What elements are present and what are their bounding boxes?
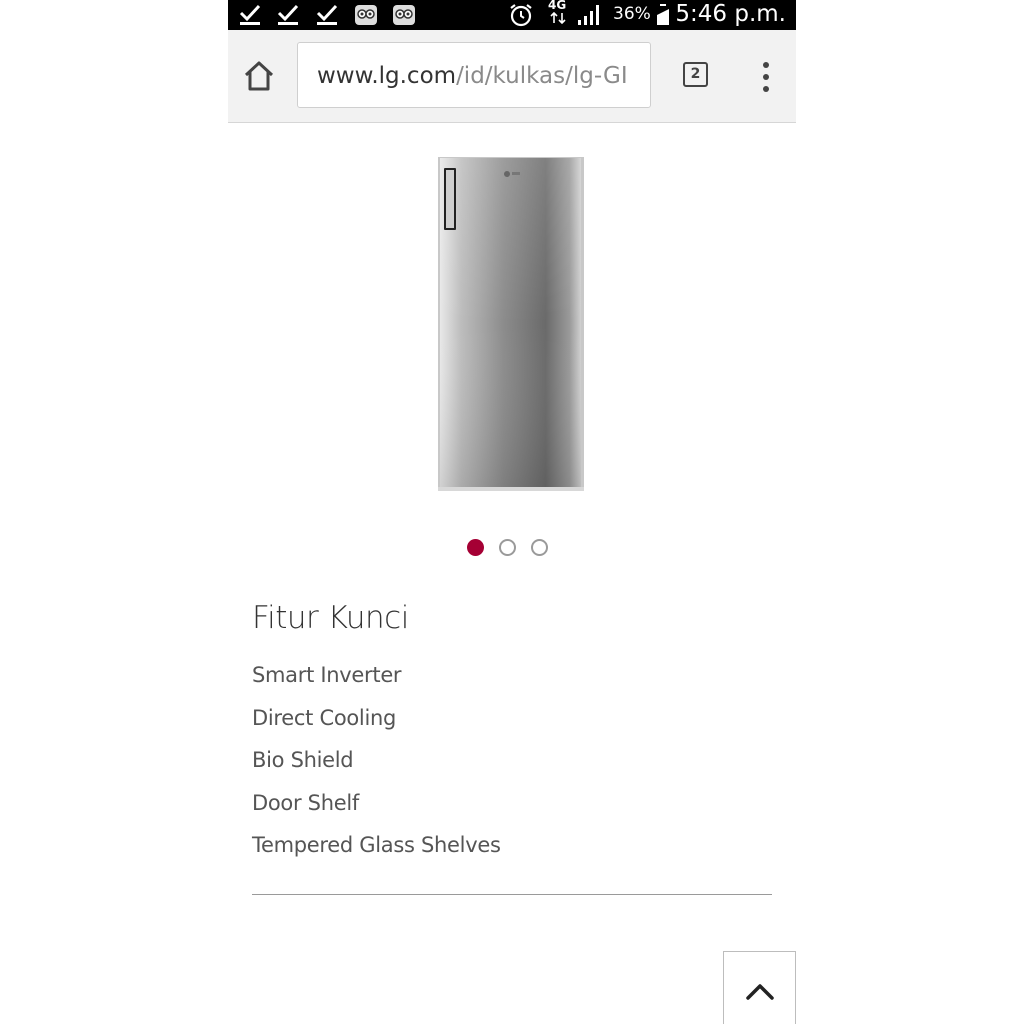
- feature-item: Bio Shield: [252, 748, 354, 772]
- feature-item: Smart Inverter: [252, 663, 402, 687]
- feature-item: Direct Cooling: [252, 705, 397, 730]
- battery-percent: 36%: [613, 4, 651, 24]
- feature-item: Door Shelf: [252, 790, 359, 815]
- features-title: Fitur Kunci: [252, 600, 409, 636]
- carousel-dot-active[interactable]: [467, 539, 484, 556]
- network-4g-icon: 4G: [548, 0, 570, 28]
- battery-icon: [657, 4, 669, 25]
- section-divider: [252, 894, 772, 895]
- refrigerator-image: [438, 157, 584, 491]
- status-bar: 4G 36% 5:46 p.m.: [228, 0, 796, 30]
- url-path: /id/kulkas/lg-GI: [456, 63, 628, 89]
- alarm-clock-icon: [510, 4, 532, 27]
- features-list: Smart Inverter Direct Cooling Bio Shield…: [252, 654, 501, 867]
- carousel-dot[interactable]: [531, 539, 548, 556]
- checkmark-icon: [277, 4, 299, 25]
- url-text: www.lg.com/id/kulkas/lg-GI: [317, 61, 628, 91]
- address-bar[interactable]: www.lg.com/id/kulkas/lg-GI: [297, 42, 651, 108]
- owl-app-icon: [355, 5, 377, 25]
- browser-toolbar: www.lg.com/id/kulkas/lg-GI 2: [228, 30, 796, 123]
- back-to-top-button[interactable]: [723, 951, 796, 1024]
- url-domain: www.lg.com: [317, 63, 457, 89]
- home-icon[interactable]: [242, 59, 276, 93]
- network-label: 4G: [548, 0, 567, 12]
- carousel-indicator: [467, 539, 567, 559]
- signal-bars-icon: [578, 5, 599, 25]
- owl-app-icon: [393, 5, 415, 25]
- carousel-dot[interactable]: [499, 539, 516, 556]
- checkmark-icon: [239, 4, 261, 25]
- checkmark-icon: [316, 4, 338, 25]
- feature-item: Tempered Glass Shelves: [252, 833, 501, 857]
- status-time: 5:46 p.m.: [675, 1, 786, 27]
- tab-switcher-button[interactable]: 2: [683, 62, 708, 87]
- chevron-up-icon: [746, 984, 774, 1000]
- phone-screen: 4G 36% 5:46 p.m. www.lg.com/id/kulkas/lg…: [228, 0, 796, 1024]
- overflow-menu-icon[interactable]: [760, 62, 772, 92]
